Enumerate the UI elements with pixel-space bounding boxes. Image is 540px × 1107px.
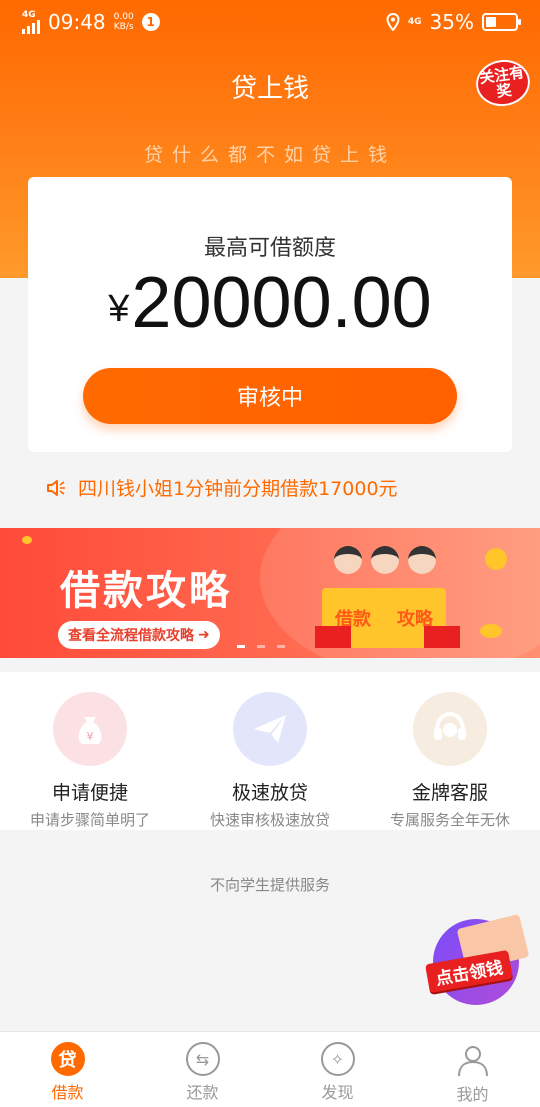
loan-icon: 贷 (50, 1042, 85, 1076)
battery-percentage: 35% (429, 10, 474, 34)
coin-decoration (485, 548, 507, 570)
tab-loan[interactable]: 贷 借款 (0, 1032, 135, 1107)
feature-item-easy-apply: ¥ 申请便捷 申请步骤简单明了 (0, 672, 180, 830)
loan-guide-banner[interactable]: 借款攻略 查看全流程借款攻略 ➜ 借款 攻略 (0, 528, 540, 658)
tab-repay[interactable]: ⇆ 还款 (135, 1032, 270, 1107)
credit-limit-label: 最高可借额度 (203, 236, 336, 261)
tab-discover[interactable]: ✧ 发现 (270, 1032, 405, 1107)
banner-title: 借款攻略 (60, 568, 232, 614)
features-section: ¥ 申请便捷 申请步骤简单明了 极速放贷 快速审核极速放贷 金牌客服 专属服务全… (0, 672, 540, 830)
battery-icon (482, 13, 521, 31)
carousel-indicator (237, 645, 285, 648)
network-indicator: 4G (22, 10, 40, 34)
claim-money-promo[interactable]: 点击领钱 (425, 913, 530, 1007)
location-icon (386, 13, 400, 31)
feature-item-fast-loan: 极速放贷 快速审核极速放贷 (180, 672, 360, 830)
compass-icon: ✧ (320, 1042, 355, 1076)
user-icon (457, 1046, 488, 1077)
slogan: 贷什么都不如贷上钱 (143, 144, 396, 166)
notice-text: 四川钱小姐1分钟前分期借款17000元 (78, 478, 398, 500)
network-speed: 0.00 KB/s (113, 12, 134, 32)
feature-item-customer-service: 金牌客服 专属服务全年无休 (360, 672, 540, 830)
amount-value: 20000.00 (131, 263, 432, 343)
arrow-right-icon: ➜ (198, 627, 210, 643)
bottom-tab-bar: 贷 借款 ⇆ 还款 ✧ 发现 我的 (0, 1031, 540, 1107)
feature-subtitle: 申请步骤简单明了 (29, 811, 150, 829)
tab-label: 发现 (321, 1083, 354, 1102)
gift-decoration (424, 626, 460, 648)
paper-plane-icon (233, 692, 307, 766)
feature-subtitle: 快速审核极速放贷 (209, 811, 330, 829)
coin-decoration (480, 624, 502, 638)
tab-label: 还款 (186, 1083, 219, 1102)
signal-icon (22, 19, 40, 34)
money-bag-icon: ¥ (53, 692, 127, 766)
notification-count-icon: 1 (141, 13, 160, 31)
review-status-button[interactable]: 审核中 (83, 368, 457, 424)
feature-subtitle: 专属服务全年无休 (389, 811, 510, 829)
banner-cta-button[interactable]: 查看全流程借款攻略 ➜ (58, 621, 220, 649)
speaker-icon (47, 479, 65, 496)
clock: 09:48 (48, 10, 106, 34)
feature-title: 极速放贷 (231, 782, 308, 804)
headset-icon (413, 692, 487, 766)
svg-text:¥: ¥ (87, 730, 94, 743)
feature-title: 金牌客服 (411, 782, 488, 804)
network-indicator-right: 4G (407, 16, 422, 27)
tab-label: 我的 (456, 1085, 489, 1104)
feature-title: 申请便捷 (51, 782, 128, 804)
student-disclaimer: 不向学生提供服务 (209, 876, 330, 894)
repay-icon: ⇆ (185, 1042, 220, 1076)
currency-symbol: ¥ (108, 288, 130, 330)
tab-mine[interactable]: 我的 (405, 1032, 540, 1107)
page-title: 贷上钱 (230, 74, 309, 104)
credit-limit-card: 最高可借额度 ¥20000.00 审核中 (28, 177, 512, 452)
gift-decoration (315, 626, 351, 648)
loan-notice: 四川钱小姐1分钟前分期借款17000元 (46, 474, 398, 501)
coin-decoration (22, 536, 32, 544)
status-bar: 4G 09:48 0.00 KB/s 1 4G 35% (0, 0, 540, 44)
tab-label: 借款 (51, 1083, 84, 1102)
credit-limit-amount: ¥20000.00 (28, 262, 512, 344)
